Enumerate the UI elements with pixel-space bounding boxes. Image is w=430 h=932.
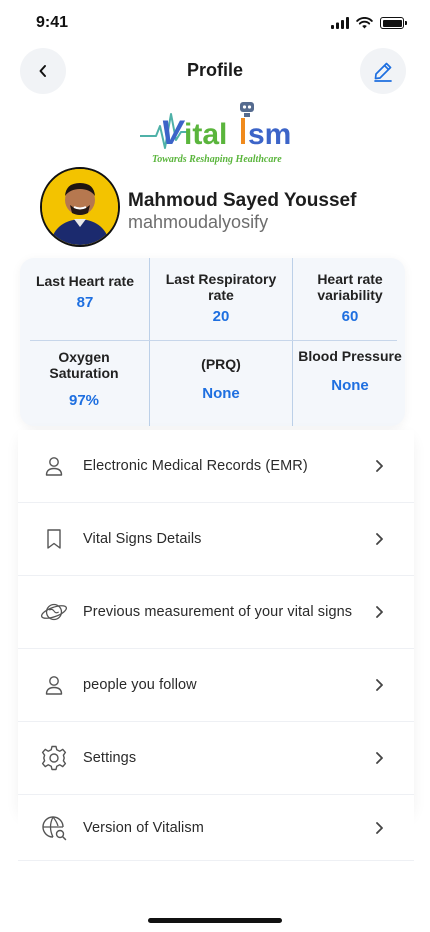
vitals-divider <box>149 258 150 426</box>
user-icon <box>40 452 68 480</box>
status-bar: 9:41 <box>0 0 430 48</box>
menu-item-label: Electronic Medical Records (EMR) <box>83 458 308 474</box>
vital-value: 60 <box>341 308 359 325</box>
planet-icon <box>40 598 68 626</box>
user-handle: mahmoudalyosify <box>128 212 269 232</box>
vital-value: 87 <box>76 294 94 311</box>
vitals-divider <box>30 340 397 341</box>
edit-button[interactable] <box>360 48 406 94</box>
globe-search-icon <box>40 814 68 842</box>
menu-item-previous-measurements[interactable]: Previous measurement of your vital signs <box>18 576 414 649</box>
vital-respiratory-rate: Last Respiratory rate 20 <box>154 271 288 325</box>
chevron-right-icon <box>376 821 383 834</box>
chevron-right-icon <box>376 533 383 545</box>
menu-item-label: Previous measurement of your vital signs <box>83 604 353 620</box>
vitals-divider <box>292 258 293 426</box>
menu-item-label: Vital Signs Details <box>83 531 202 547</box>
vital-value: None <box>331 377 369 394</box>
svg-text:V: V <box>160 114 186 152</box>
status-time: 9:41 <box>36 14 69 31</box>
menu-item-version[interactable]: Version of Vitalism <box>18 795 414 861</box>
battery-icon <box>380 17 407 29</box>
vital-value: None <box>202 385 240 402</box>
menu-item-settings[interactable]: Settings <box>18 722 414 795</box>
menu-item-label: Version of Vitalism <box>83 819 204 836</box>
menu-item-label: people you follow <box>83 677 197 693</box>
profile-menu: Electronic Medical Records (EMR) Vital S… <box>18 430 414 861</box>
home-indicator <box>148 918 282 923</box>
menu-item-label: Settings <box>83 750 137 766</box>
vital-label: Last Heart rate <box>35 273 135 289</box>
vital-label: Last Respiratory rate <box>165 271 277 303</box>
menu-item-vital-signs-details[interactable]: Vital Signs Details <box>18 503 414 576</box>
svg-text:sm: sm <box>248 118 291 151</box>
vital-oxygen-saturation: Oxygen Saturation 97% <box>28 349 140 409</box>
vital-hrv: Heart rate variability 60 <box>298 271 402 325</box>
svg-text:Towards Reshaping Healthcare: Towards Reshaping Healthcare <box>152 154 282 165</box>
avatar <box>40 167 120 247</box>
vitals-card: Last Heart rate 87 Last Respiratory rate… <box>20 258 405 426</box>
wifi-icon <box>356 17 373 29</box>
vital-blood-pressure: Blood Pressure None <box>298 348 402 394</box>
user-name: Mahmoud Sayed Youssef <box>128 190 357 211</box>
vital-label: Heart rate variability <box>317 271 383 303</box>
vitalism-logo: V ital sm Towards Reshaping Healthcare <box>140 102 291 165</box>
vital-label: (PRQ) <box>201 356 241 372</box>
signal-icon <box>331 17 349 29</box>
gear-icon <box>40 744 68 772</box>
menu-item-people-you-follow[interactable]: people you follow <box>18 649 414 722</box>
vital-value: 20 <box>212 308 230 325</box>
bookmark-icon <box>40 525 68 553</box>
vital-label: Blood Pressure <box>298 348 402 364</box>
chevron-right-icon <box>376 752 383 764</box>
svg-text:ital: ital <box>184 118 227 151</box>
profile-photo <box>42 169 118 245</box>
vital-heart-rate: Last Heart rate 87 <box>30 273 140 311</box>
vital-prq: (PRQ) None <box>154 356 288 402</box>
status-icons <box>331 17 407 29</box>
vital-value: 97% <box>68 392 100 409</box>
chevron-right-icon <box>376 460 383 472</box>
chevron-right-icon <box>376 679 383 691</box>
menu-item-emr[interactable]: Electronic Medical Records (EMR) <box>18 430 414 503</box>
vital-label: Oxygen Saturation <box>49 349 119 381</box>
pencil-icon <box>374 62 392 82</box>
user-icon <box>40 671 68 699</box>
chevron-right-icon <box>376 606 383 618</box>
